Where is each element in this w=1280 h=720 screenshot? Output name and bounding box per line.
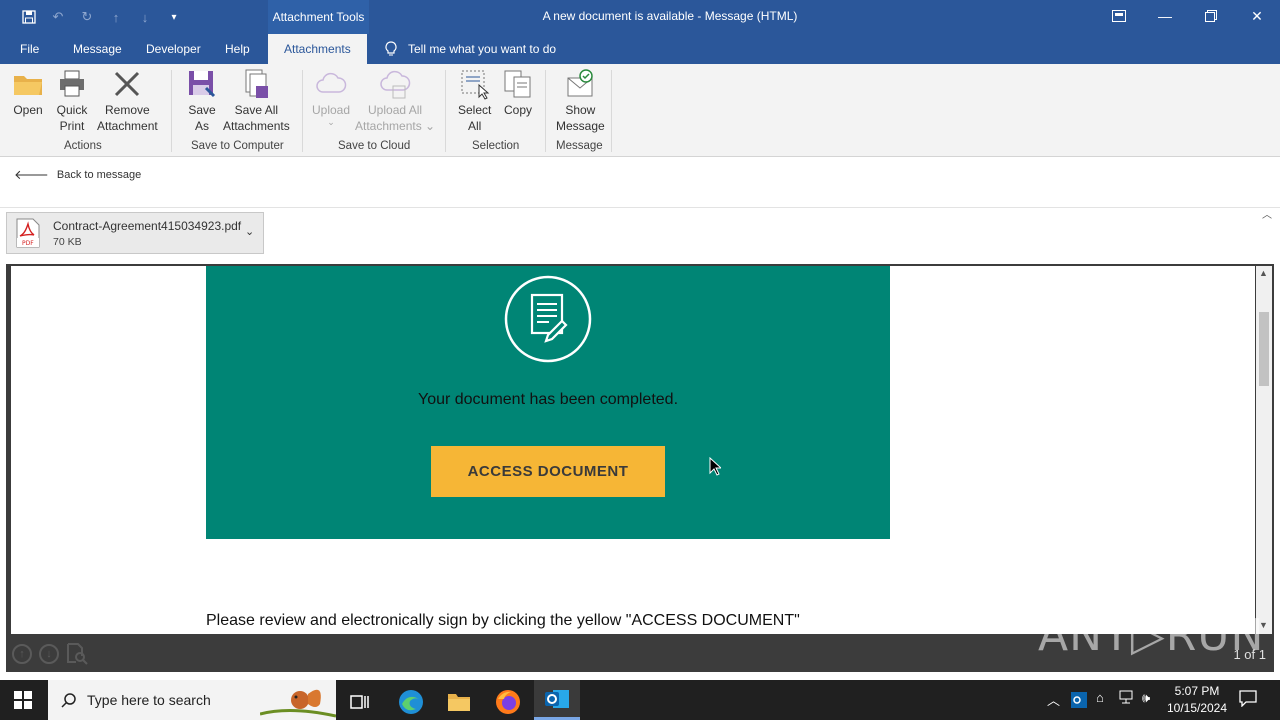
back-bar xyxy=(0,157,1280,207)
tab-message[interactable]: Message xyxy=(73,34,122,64)
clock-time: 5:07 PM xyxy=(1174,684,1220,698)
notifications-icon[interactable] xyxy=(1239,689,1257,710)
search-placeholder: Type here to search xyxy=(87,692,211,708)
open-button[interactable]: Open xyxy=(12,68,44,118)
save-all-attachments-button[interactable]: Save All Attachments xyxy=(223,68,290,134)
pdf-file-icon: PDF xyxy=(16,218,40,248)
previous-page-icon[interactable]: ↑ xyxy=(12,644,32,664)
task-view-icon[interactable] xyxy=(337,684,383,720)
save-icon[interactable] xyxy=(19,7,39,27)
attachment-size: 70 KB xyxy=(53,236,82,248)
ribbon-display-options-icon[interactable] xyxy=(1096,0,1142,32)
back-to-message-link[interactable]: 🡐 Back to message xyxy=(14,167,141,183)
document-completed-text: Your document has been completed. xyxy=(417,391,679,408)
show-message-icon xyxy=(567,69,594,97)
tab-attachments[interactable]: Attachments xyxy=(268,34,367,64)
close-icon[interactable]: ✕ xyxy=(1234,0,1280,32)
firefox-icon[interactable] xyxy=(485,684,531,720)
outlook-taskbar-icon[interactable] xyxy=(534,680,580,720)
group-divider xyxy=(445,70,446,152)
floppy-icon xyxy=(189,71,216,98)
title-bar: ↶ ↻ ↑ ↓ ▾ Attachment Tools A new documen… xyxy=(0,0,1280,34)
outlook-tray-icon[interactable] xyxy=(1071,692,1087,711)
group-save-to-cloud-label: Save to Cloud xyxy=(338,140,411,152)
group-save-to-computer-label: Save to Computer xyxy=(191,140,284,152)
network-icon[interactable] xyxy=(1119,690,1135,707)
ribbon: Open Quick Print Remove Attachment Actio… xyxy=(0,64,1280,221)
remove-attachment-button[interactable]: Remove Attachment xyxy=(97,68,158,134)
show-hidden-icons-icon[interactable]: ︿ xyxy=(1047,690,1060,709)
save-all-icon xyxy=(245,69,269,98)
pdf-page: Your document has been completed. ACCESS… xyxy=(11,266,1255,634)
select-all-icon xyxy=(461,70,489,100)
remove-x-icon xyxy=(115,71,140,97)
copy-button[interactable]: Copy xyxy=(502,68,534,118)
cloud-upload-icon xyxy=(380,70,411,99)
copy-icon xyxy=(504,70,531,98)
volume-icon[interactable]: 🕪 xyxy=(1142,690,1150,706)
clock-date: 10/15/2024 xyxy=(1166,701,1228,715)
minimize-icon[interactable]: — xyxy=(1142,0,1188,32)
group-message-label: Message xyxy=(556,140,603,152)
file-explorer-icon[interactable] xyxy=(436,684,482,720)
tab-file[interactable]: File xyxy=(20,34,39,64)
redo-icon[interactable]: ↻ xyxy=(77,7,97,27)
customize-quick-access-icon[interactable]: ▾ xyxy=(164,7,184,27)
scrollbar-thumb[interactable] xyxy=(1259,312,1269,386)
taskbar: Type here to search ︿ ⌂ 🕪 5:07 PM 10/15/… xyxy=(0,680,1280,720)
menu-bar: File Message Developer Help Attachments … xyxy=(0,34,1280,64)
group-divider xyxy=(611,70,612,152)
next-page-icon[interactable]: ↓ xyxy=(39,644,59,664)
windows-start-icon[interactable] xyxy=(0,682,46,718)
group-selection-label: Selection xyxy=(472,140,520,152)
scroll-up-icon[interactable]: ▲ xyxy=(1259,268,1268,278)
mouse-cursor-icon xyxy=(709,457,721,476)
taskbar-clock[interactable]: 5:07 PM 10/15/2024 xyxy=(1160,683,1234,717)
vertical-scrollbar[interactable]: ▲ ▼ xyxy=(1256,266,1272,634)
tab-developer[interactable]: Developer xyxy=(146,34,201,64)
save-as-button[interactable]: Save As xyxy=(186,68,218,134)
window-title: A new document is available - Message (H… xyxy=(542,9,798,23)
access-document-button[interactable]: ACCESS DOCUMENT xyxy=(431,446,665,497)
svg-text:PDF: PDF xyxy=(22,240,34,247)
group-divider xyxy=(302,70,303,152)
upload-button[interactable]: Upload ⌄ xyxy=(312,68,350,127)
cloud-icon xyxy=(316,72,347,93)
review-instructions-text: Please review and electronically sign by… xyxy=(206,612,800,629)
lightbulb-icon xyxy=(385,41,397,56)
anyrun-watermark: ANY▷RUN xyxy=(1038,610,1265,661)
printer-icon xyxy=(60,70,84,97)
arrow-up-icon[interactable]: ↑ xyxy=(106,7,126,27)
select-all-button[interactable]: Select All xyxy=(458,68,491,134)
device-tray-icon[interactable]: ⌂ xyxy=(1096,690,1104,705)
chevron-down-icon[interactable]: ⌄ xyxy=(245,225,254,238)
show-message-button[interactable]: Show Message xyxy=(556,68,605,134)
tell-me-text: Tell me what you want to do xyxy=(408,42,557,56)
attachment-well: PDF Contract-Agreement415034923.pdf 70 K… xyxy=(0,207,1280,262)
taskbar-search-box[interactable]: Type here to search xyxy=(48,680,336,720)
restore-icon[interactable] xyxy=(1188,0,1234,32)
edge-icon[interactable] xyxy=(388,684,434,720)
attachment-card[interactable]: PDF Contract-Agreement415034923.pdf 70 K… xyxy=(6,212,264,254)
arrow-left-icon: 🡐 xyxy=(14,167,49,182)
quick-print-button[interactable]: Quick Print xyxy=(56,68,88,134)
context-tab-label: Attachment Tools xyxy=(268,0,369,34)
group-actions-label: Actions xyxy=(64,140,102,152)
folder-icon xyxy=(14,76,42,95)
search-icon xyxy=(61,693,76,708)
find-in-document-icon[interactable] xyxy=(66,643,88,665)
attachment-name: Contract-Agreement415034923.pdf xyxy=(53,219,242,233)
search-highlight-squirrel-icon xyxy=(260,689,336,718)
arrow-down-icon[interactable]: ↓ xyxy=(135,7,155,27)
group-divider xyxy=(171,70,172,152)
group-divider xyxy=(545,70,546,152)
tell-me-box[interactable]: Tell me what you want to do xyxy=(384,34,556,64)
document-banner: Your document has been completed. ACCESS… xyxy=(206,266,890,539)
upload-all-attachments-button[interactable]: Upload All Attachments ⌄ xyxy=(355,68,435,134)
document-signature-icon xyxy=(504,275,592,363)
tab-help[interactable]: Help xyxy=(225,34,250,64)
undo-icon[interactable]: ↶ xyxy=(48,7,68,27)
